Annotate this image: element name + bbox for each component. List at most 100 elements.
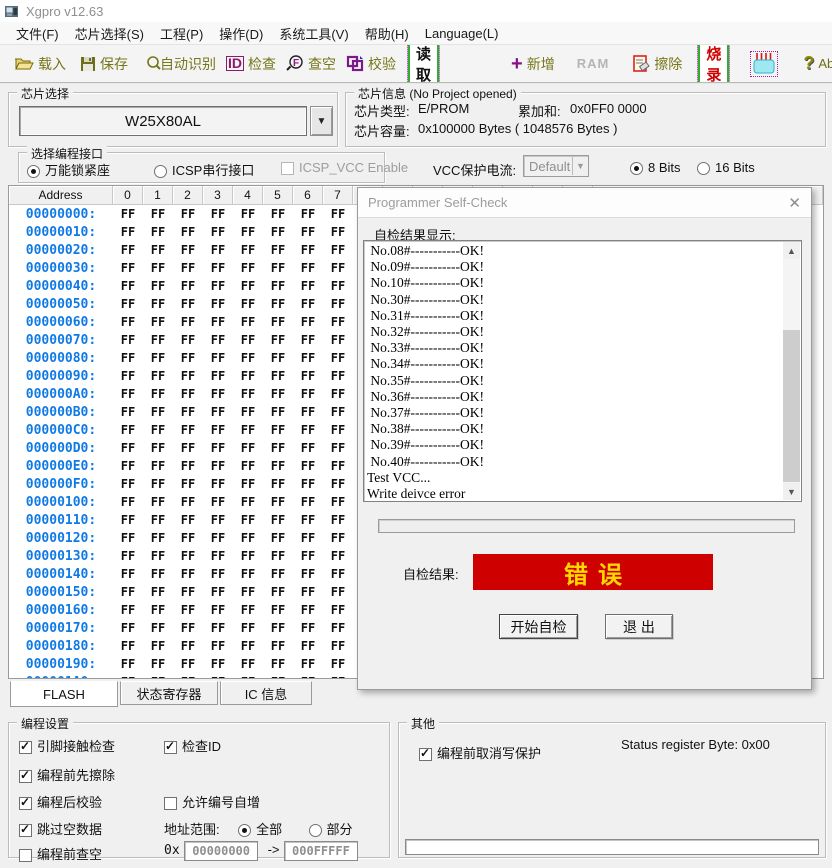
hex-byte-cell[interactable]: FF (233, 657, 263, 671)
hex-byte-cell[interactable]: FF (113, 441, 143, 455)
hex-byte-cell[interactable]: FF (203, 351, 233, 365)
hex-byte-cell[interactable]: FF (263, 369, 293, 383)
hex-byte-cell[interactable]: FF (143, 495, 173, 509)
hex-byte-cell[interactable]: FF (203, 675, 233, 679)
hex-byte-cell[interactable]: FF (323, 207, 353, 221)
hex-byte-cell[interactable]: FF (323, 315, 353, 329)
hex-byte-cell[interactable]: FF (113, 495, 143, 509)
socket-radio[interactable] (27, 165, 40, 178)
tab-status-register[interactable]: 状态寄存器 (120, 681, 218, 705)
hex-byte-cell[interactable]: FF (233, 225, 263, 239)
bits8-radio[interactable] (630, 162, 643, 175)
hex-byte-cell[interactable]: FF (293, 657, 323, 671)
hex-byte-cell[interactable]: FF (203, 225, 233, 239)
hex-byte-cell[interactable]: FF (173, 441, 203, 455)
skip-blank-checkbox[interactable] (19, 824, 32, 837)
hex-byte-cell[interactable]: FF (203, 513, 233, 527)
hex-byte-cell[interactable]: FF (323, 639, 353, 653)
hex-byte-cell[interactable]: FF (293, 423, 323, 437)
close-icon[interactable]: ✕ (788, 194, 801, 212)
hex-byte-cell[interactable]: FF (143, 603, 173, 617)
hex-byte-cell[interactable]: FF (143, 549, 173, 563)
hex-byte-cell[interactable]: FF (233, 567, 263, 581)
hex-byte-cell[interactable]: FF (203, 207, 233, 221)
hex-byte-cell[interactable]: FF (143, 621, 173, 635)
hex-byte-cell[interactable]: FF (263, 351, 293, 365)
hex-byte-cell[interactable]: FF (293, 279, 323, 293)
hex-byte-cell[interactable]: FF (173, 531, 203, 545)
range-all-radio[interactable] (238, 824, 251, 837)
hex-byte-cell[interactable]: FF (293, 477, 323, 491)
menu-item[interactable]: 操作(D) (211, 22, 271, 45)
hex-byte-cell[interactable]: FF (293, 297, 323, 311)
hex-byte-cell[interactable]: FF (263, 621, 293, 635)
hex-byte-cell[interactable]: FF (113, 333, 143, 347)
hex-byte-cell[interactable]: FF (143, 387, 173, 401)
hex-byte-cell[interactable]: FF (113, 225, 143, 239)
hex-byte-cell[interactable]: FF (113, 549, 143, 563)
bits16-radio[interactable] (697, 162, 710, 175)
hex-byte-cell[interactable]: FF (293, 405, 323, 419)
hex-byte-cell[interactable]: FF (143, 585, 173, 599)
hex-byte-cell[interactable]: FF (173, 261, 203, 275)
hex-byte-cell[interactable]: FF (233, 549, 263, 563)
hex-byte-cell[interactable]: FF (113, 639, 143, 653)
hex-byte-cell[interactable]: FF (263, 297, 293, 311)
hex-byte-cell[interactable]: FF (293, 351, 323, 365)
hex-byte-cell[interactable]: FF (263, 603, 293, 617)
unprotect-checkbox[interactable] (419, 748, 432, 761)
hex-byte-cell[interactable]: FF (173, 297, 203, 311)
hex-byte-cell[interactable]: FF (323, 387, 353, 401)
hex-byte-cell[interactable]: FF (323, 621, 353, 635)
hex-byte-cell[interactable]: FF (323, 351, 353, 365)
hex-byte-cell[interactable]: FF (113, 315, 143, 329)
hex-byte-cell[interactable]: FF (263, 279, 293, 293)
hex-byte-cell[interactable]: FF (323, 603, 353, 617)
hex-byte-cell[interactable]: FF (263, 549, 293, 563)
hex-byte-cell[interactable]: FF (263, 243, 293, 257)
hex-byte-cell[interactable]: FF (173, 387, 203, 401)
hex-byte-cell[interactable]: FF (203, 297, 233, 311)
vcc-current-select[interactable]: Default ▼ (523, 155, 589, 177)
hex-byte-cell[interactable]: FF (143, 207, 173, 221)
hex-byte-cell[interactable]: FF (143, 297, 173, 311)
hex-byte-cell[interactable]: FF (173, 459, 203, 473)
hex-byte-cell[interactable]: FF (293, 585, 323, 599)
hex-byte-cell[interactable]: FF (173, 207, 203, 221)
hex-byte-cell[interactable]: FF (113, 279, 143, 293)
hex-byte-cell[interactable]: FF (263, 567, 293, 581)
hex-byte-cell[interactable]: FF (293, 639, 323, 653)
hex-byte-cell[interactable]: FF (233, 621, 263, 635)
hex-byte-cell[interactable]: FF (263, 585, 293, 599)
hex-byte-cell[interactable]: FF (143, 351, 173, 365)
hex-byte-cell[interactable]: FF (293, 531, 323, 545)
hex-byte-cell[interactable]: FF (203, 387, 233, 401)
hex-byte-cell[interactable]: FF (263, 657, 293, 671)
menu-item[interactable]: 系统工具(V) (271, 22, 356, 45)
hex-byte-cell[interactable]: FF (113, 477, 143, 491)
scroll-down-icon[interactable]: ▼ (783, 483, 800, 500)
hex-byte-cell[interactable]: FF (323, 243, 353, 257)
hex-byte-cell[interactable]: FF (203, 549, 233, 563)
hex-byte-cell[interactable]: FF (143, 261, 173, 275)
hex-byte-cell[interactable]: FF (323, 369, 353, 383)
hex-byte-cell[interactable]: FF (173, 657, 203, 671)
hex-byte-cell[interactable]: FF (263, 531, 293, 545)
icsp-radio[interactable] (154, 165, 167, 178)
hex-byte-cell[interactable]: FF (263, 675, 293, 679)
hex-byte-cell[interactable]: FF (143, 477, 173, 491)
hex-byte-cell[interactable]: FF (323, 333, 353, 347)
hex-byte-cell[interactable]: FF (293, 207, 323, 221)
auto-increment-checkbox[interactable] (164, 797, 177, 810)
hex-byte-cell[interactable]: FF (263, 261, 293, 275)
hex-byte-cell[interactable]: FF (173, 639, 203, 653)
hex-byte-cell[interactable]: FF (263, 207, 293, 221)
hex-byte-cell[interactable]: FF (323, 297, 353, 311)
hex-byte-cell[interactable]: FF (293, 549, 323, 563)
hex-byte-cell[interactable]: FF (293, 387, 323, 401)
hex-byte-cell[interactable]: FF (293, 333, 323, 347)
hex-byte-cell[interactable]: FF (203, 477, 233, 491)
hex-byte-cell[interactable]: FF (173, 477, 203, 491)
hex-byte-cell[interactable]: FF (203, 657, 233, 671)
hex-byte-cell[interactable]: FF (293, 369, 323, 383)
